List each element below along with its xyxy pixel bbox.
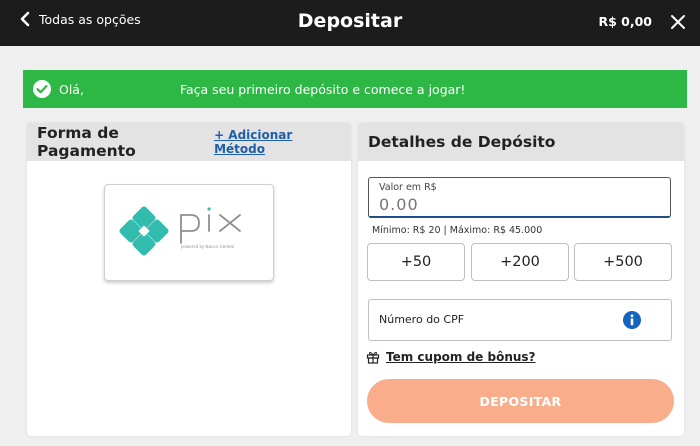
payment-panel-title: Forma de Pagamento bbox=[37, 124, 136, 160]
chevron-left-icon bbox=[20, 11, 30, 27]
pix-method-card[interactable]: powered by Banco Central bbox=[104, 184, 274, 281]
back-label: Todas as opções bbox=[39, 11, 141, 27]
deposit-submit-button[interactable]: DEPOSITAR bbox=[367, 379, 674, 423]
deposit-panel-title: Detalhes de Depósito bbox=[368, 133, 556, 151]
deposit-details-panel: Detalhes de Depósito Valor em R$ Mínimo:… bbox=[358, 123, 684, 436]
amount-field[interactable]: Valor em R$ bbox=[368, 177, 671, 218]
bonus-coupon-link[interactable]: Tem cupom de bônus? bbox=[366, 350, 536, 364]
back-button[interactable]: Todas as opções bbox=[20, 11, 141, 27]
cpf-field[interactable]: Número do CPF bbox=[368, 299, 672, 341]
close-icon[interactable] bbox=[670, 14, 686, 30]
quick-amount-500-button[interactable]: +500 bbox=[574, 243, 672, 281]
quick-amount-200-button[interactable]: +200 bbox=[471, 243, 569, 281]
banner-greeting: Olá, bbox=[59, 81, 84, 97]
check-circle-icon bbox=[33, 80, 51, 98]
deposit-panel-header: Detalhes de Depósito bbox=[358, 123, 684, 161]
pix-logo: powered by Banco Central bbox=[119, 206, 241, 256]
banner-message: Faça seu primeiro depósito e comece a jo… bbox=[179, 81, 466, 97]
top-bar: Todas as opções Depositar R$ 0,00 bbox=[0, 0, 700, 46]
cpf-label: Número do CPF bbox=[379, 312, 465, 326]
amount-input[interactable] bbox=[379, 195, 660, 214]
payment-panel-header: Forma de Pagamento + Adicionar Método bbox=[27, 123, 351, 161]
balance-display: R$ 0,00 bbox=[598, 14, 652, 29]
amount-label: Valor em R$ bbox=[379, 182, 437, 193]
pix-subtitle: powered by Banco Central bbox=[181, 244, 234, 249]
payment-method-panel: Forma de Pagamento + Adicionar Método po… bbox=[27, 123, 351, 436]
quick-amount-50-button[interactable]: +50 bbox=[367, 243, 465, 281]
welcome-banner: Olá, Faça seu primeiro depósito e comece… bbox=[23, 70, 687, 108]
info-icon[interactable] bbox=[623, 311, 641, 329]
coupon-label: Tem cupom de bônus? bbox=[386, 350, 536, 364]
deposit-limits: Mínimo: R$ 20 | Máximo: R$ 45.000 bbox=[372, 225, 543, 236]
gift-icon bbox=[366, 351, 380, 364]
add-method-link[interactable]: + Adicionar Método bbox=[214, 128, 341, 156]
